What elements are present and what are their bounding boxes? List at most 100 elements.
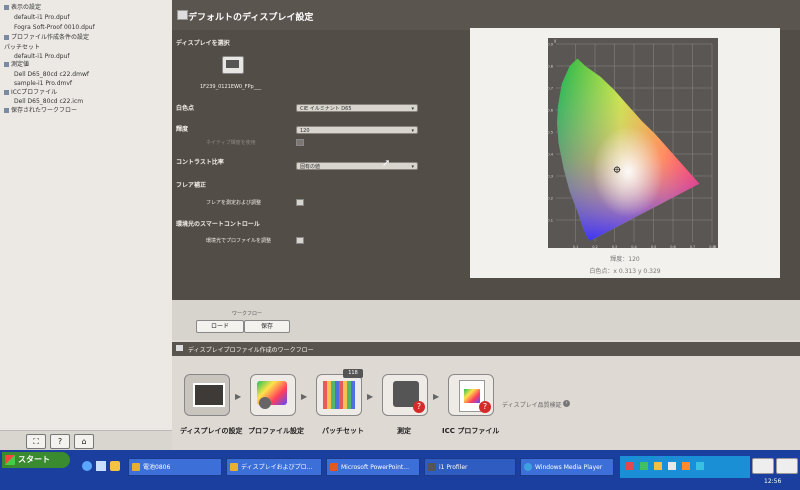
workflow-buttons-bar: ワークフロー ロード 保存 bbox=[172, 300, 800, 340]
task-powerpoint[interactable]: Microsoft PowerPoint... bbox=[326, 458, 420, 476]
quick-launch bbox=[80, 458, 128, 474]
start-label: スタート bbox=[18, 455, 50, 464]
arrow-icon: ▶ bbox=[301, 392, 308, 401]
patches-icon bbox=[323, 381, 355, 409]
task-label: Windows Media Player bbox=[535, 464, 603, 471]
task-media-player[interactable]: Windows Media Player bbox=[520, 458, 614, 476]
whitepoint-readout: 白色点：x 0.313 y 0.329 bbox=[589, 268, 661, 275]
step-label: 測定 bbox=[397, 427, 411, 435]
flare-check-label: フレアを測定および調整 bbox=[206, 200, 262, 206]
task-label: i1 Profiler bbox=[439, 464, 468, 471]
tray-icon[interactable] bbox=[640, 462, 648, 470]
y-tick-label: 0.7 bbox=[547, 87, 553, 91]
step-icc-profile[interactable]: ? bbox=[448, 374, 494, 416]
display-icon bbox=[177, 10, 188, 20]
tree-item[interactable]: Dell D65_80cd c22.dmwf bbox=[14, 71, 89, 79]
flare-checkbox[interactable] bbox=[296, 199, 304, 206]
ambient-checkbox[interactable] bbox=[296, 237, 304, 244]
home-button[interactable]: ⌂ bbox=[74, 434, 94, 449]
tree-item[interactable]: プロファイル作成条件の設定 bbox=[4, 34, 89, 42]
quality-check-label[interactable]: ディスプレイ品質検証 bbox=[502, 400, 562, 409]
luminance-value: 120 bbox=[300, 128, 310, 134]
save-button[interactable]: 保存 bbox=[244, 320, 290, 333]
step-label: プロファイル設定 bbox=[248, 427, 304, 435]
folder-icon bbox=[4, 108, 9, 113]
media-player-icon bbox=[524, 463, 532, 471]
tray-icon[interactable] bbox=[626, 462, 634, 470]
tree-item[interactable]: パッチセット bbox=[4, 44, 40, 52]
fullscreen-button[interactable]: ⛶ bbox=[26, 434, 46, 449]
tree-item[interactable]: ICCプロファイル bbox=[4, 89, 57, 97]
gear-icon bbox=[259, 397, 271, 409]
warning-icon: ? bbox=[479, 401, 491, 413]
task-display-profile[interactable]: ディスプレイおよびプロ... bbox=[226, 458, 322, 476]
tree-item[interactable]: Fogra Soft-Proof 0010.dpuf bbox=[14, 24, 95, 32]
contrast-select[interactable]: 固有の値 ▾ bbox=[296, 162, 418, 170]
folder-icon bbox=[4, 62, 9, 67]
tree-item[interactable]: default-i1 Pro.dpuf bbox=[14, 53, 70, 61]
step-label: パッチセット bbox=[322, 427, 364, 435]
monitor-icon[interactable] bbox=[222, 56, 244, 74]
ie-icon[interactable] bbox=[82, 461, 92, 471]
white-point-select[interactable]: CIE イルミナント D65 ▾ bbox=[296, 104, 418, 112]
step-patch-set[interactable]: 118 bbox=[316, 369, 363, 416]
patch-count-badge: 118 bbox=[343, 369, 363, 378]
tray-icon[interactable] bbox=[696, 462, 704, 470]
task-i1-profiler[interactable]: i1 Profiler bbox=[424, 458, 516, 476]
arrow-icon: ▶ bbox=[235, 392, 242, 401]
desktop-icon[interactable] bbox=[96, 461, 106, 471]
tree-item-label: パッチセット bbox=[4, 44, 41, 51]
arrow-icon: ▶ bbox=[367, 392, 374, 401]
folder-icon bbox=[4, 35, 9, 40]
tree-item-label: 表示の設定 bbox=[11, 4, 42, 11]
native-luminance-checkbox[interactable] bbox=[296, 139, 304, 146]
start-button[interactable]: スタート bbox=[2, 452, 70, 468]
chevron-down-icon: ▾ bbox=[411, 106, 414, 112]
step-profile-settings[interactable] bbox=[250, 374, 296, 416]
load-button[interactable]: ロード bbox=[196, 320, 244, 333]
warning-icon: ? bbox=[413, 401, 425, 413]
media-icon[interactable] bbox=[110, 461, 120, 471]
tree-item[interactable]: default-i1 Pro.dpuf bbox=[14, 14, 70, 22]
folder-icon bbox=[132, 463, 140, 471]
luminance-readout: 輝度：120 bbox=[610, 256, 640, 263]
workflow-group-label: ワークフロー bbox=[232, 311, 263, 317]
tree-item-label: Fogra Soft-Proof 0010.dpuf bbox=[14, 24, 95, 31]
select-display-label: ディスプレイを選択 bbox=[176, 40, 230, 47]
y-tick-label: 0.2 bbox=[547, 197, 553, 201]
tree-item-label: 保存されたワークフロー bbox=[11, 107, 78, 114]
page-title: デフォルトのディスプレイ設定 bbox=[188, 13, 314, 23]
x-tick-label: 0.4 bbox=[631, 245, 637, 249]
y-tick-label: 0.4 bbox=[547, 153, 553, 157]
language-bar-button[interactable] bbox=[752, 458, 774, 474]
tree-item[interactable]: sample-i1 Pro.dmvf bbox=[14, 80, 72, 88]
tray-icon[interactable] bbox=[668, 462, 676, 470]
luminance-select[interactable]: 120 ▾ bbox=[296, 126, 418, 134]
help-button[interactable]: ? bbox=[50, 434, 70, 449]
x-tick-label: 0.3 bbox=[612, 245, 618, 249]
step-display-settings[interactable] bbox=[184, 374, 230, 416]
x-tick-label: 0.1 bbox=[573, 245, 579, 249]
monitor-icon bbox=[193, 383, 225, 407]
y-tick-label: 0.1 bbox=[547, 219, 553, 223]
tree-item[interactable]: 表示の設定 bbox=[4, 4, 41, 12]
chevron-right-icon[interactable]: › bbox=[563, 400, 570, 407]
clock: 12:56 bbox=[764, 478, 782, 485]
tree-item[interactable]: 測定値 bbox=[4, 61, 29, 69]
tree-item-label: Dell D65_80cd c22.dmwf bbox=[14, 71, 89, 78]
tray-icon[interactable] bbox=[682, 462, 690, 470]
contrast-label: コントラスト比率 bbox=[176, 159, 224, 166]
tree-item[interactable]: 保存されたワークフロー bbox=[4, 107, 77, 115]
y-tick-label: 0.3 bbox=[547, 175, 553, 179]
step-measure[interactable]: ? bbox=[382, 374, 428, 416]
tree-item[interactable]: Dell D65_80cd c22.icm bbox=[14, 98, 83, 106]
ime-button[interactable] bbox=[776, 458, 798, 474]
task-label: ディスプレイおよびプロ... bbox=[241, 464, 313, 471]
contrast-value: 固有の値 bbox=[300, 164, 321, 170]
tray-icon[interactable] bbox=[654, 462, 662, 470]
app-icon bbox=[230, 463, 238, 471]
task-folder[interactable]: 電池0806 bbox=[128, 458, 222, 476]
native-luminance-label: ネイティブ輝度を使用 bbox=[206, 140, 256, 146]
x-tick-label: 0.2 bbox=[592, 245, 598, 249]
white-point-value: CIE イルミナント D65 bbox=[300, 106, 352, 112]
